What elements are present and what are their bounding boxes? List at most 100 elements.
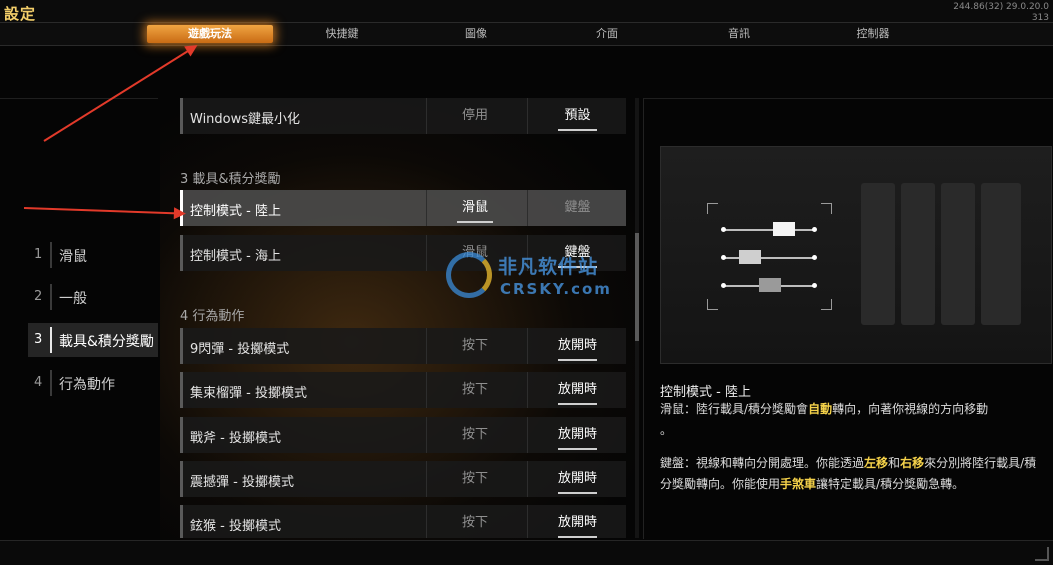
setting-name: 震撼彈 - 投擲模式 <box>190 475 294 490</box>
option-keyboard[interactable]: 鍵盤 <box>527 190 626 226</box>
watermark-url: CRSKY.com <box>500 280 612 298</box>
setting-row-throw-mode[interactable]: 震撼彈 - 投擲模式 按下 放開時 <box>180 461 626 497</box>
row-accent <box>180 505 183 538</box>
category-number: 4 <box>34 375 43 390</box>
settings-tabs: 遊戲玩法 快捷鍵 圖像 介面 音訊 控制器 <box>0 22 1053 46</box>
page-title: 設定 <box>4 5 37 23</box>
site-watermark: 非凡软件站 CRSKY.com <box>446 248 626 310</box>
watermark-text: 非凡软件站 <box>498 256 599 278</box>
option-press[interactable]: 按下 <box>426 505 523 538</box>
tab-gameplay[interactable]: 遊戲玩法 <box>147 25 273 43</box>
option-release[interactable]: 放開時 <box>527 372 626 408</box>
category-sidebar: 1 滑鼠 2 一般 3 載具&積分獎勵 4 行為動作 <box>0 98 158 539</box>
option-default[interactable]: 預設 <box>527 98 626 134</box>
row-accent <box>180 98 183 134</box>
description-panel: 控制模式 - 陸上 滑鼠：陸行載具/積分獎勵會自動轉向，向著你視線的方向移動。 … <box>643 98 1053 539</box>
tab-keybinds[interactable]: 快捷鍵 <box>279 25 405 43</box>
settings-list: Windows鍵最小化 停用 預設 3 載具&積分獎勵 控制模式 - 陸上 滑鼠… <box>180 98 626 538</box>
category-item-general[interactable]: 2 一般 <box>28 280 158 314</box>
slider-graphic-icon <box>721 250 817 264</box>
tab-interface[interactable]: 介面 <box>544 25 670 43</box>
category-label: 滑鼠 <box>59 249 87 265</box>
setting-name: Windows鍵最小化 <box>190 112 301 127</box>
option-press[interactable]: 按下 <box>426 328 523 364</box>
highlight-move-right: 右移 <box>900 456 925 470</box>
option-press[interactable]: 按下 <box>426 461 523 497</box>
highlight-handbrake: 手煞車 <box>780 477 817 491</box>
slider-endpoint-icon <box>721 283 726 288</box>
tab-controller[interactable]: 控制器 <box>810 25 936 43</box>
bo4-logo-bar-icon <box>941 183 975 325</box>
slider-endpoint-icon <box>721 227 726 232</box>
setting-row-throw-mode[interactable]: 鉉猴 - 投擲模式 按下 放開時 <box>180 505 626 538</box>
tab-graphics[interactable]: 圖像 <box>413 25 539 43</box>
resize-corner-icon <box>1035 547 1049 561</box>
bo4-logo-bar-icon <box>981 183 1021 325</box>
category-item-mouse[interactable]: 1 滑鼠 <box>28 238 158 272</box>
option-mouse[interactable]: 滑鼠 <box>426 190 523 226</box>
category-label: 一般 <box>59 291 87 307</box>
setting-name: 戰斧 - 投擲模式 <box>190 431 281 446</box>
section-header-vehicles: 3 載具&積分獎勵 <box>180 172 281 187</box>
mouse-text: 轉向，向著你視線的方向移動 <box>832 402 989 416</box>
keyboard-text: 和 <box>888 456 901 470</box>
category-marker <box>50 327 52 353</box>
keyboard-text: 讓特定載具/積分獎勵急轉。 <box>816 477 965 491</box>
option-release[interactable]: 放開時 <box>527 328 626 364</box>
frame-corner-icon <box>821 299 832 310</box>
setting-row-windows-key[interactable]: Windows鍵最小化 停用 預設 <box>180 98 626 134</box>
setting-name: 控制模式 - 海上 <box>190 249 281 264</box>
mouse-label: 滑鼠： <box>660 402 697 416</box>
list-scrollbar-thumb[interactable] <box>635 233 639 341</box>
setting-row-throw-mode[interactable]: 戰斧 - 投擲模式 按下 放開時 <box>180 417 626 453</box>
top-bar: 設定 244.86(32) 29.0.20.0 313 遊戲玩法 快捷鍵 圖像 … <box>0 0 1053 46</box>
option-press[interactable]: 按下 <box>426 417 523 453</box>
option-release[interactable]: 放開時 <box>527 461 626 497</box>
slider-knob-icon <box>759 278 781 292</box>
setting-name: 鉉猴 - 投擲模式 <box>190 519 281 534</box>
description-title: 控制模式 - 陸上 <box>660 385 751 400</box>
tab-audio[interactable]: 音訊 <box>676 25 802 43</box>
frame-corner-icon <box>707 299 718 310</box>
highlight-auto: 自動 <box>808 402 833 416</box>
description-mouse: 滑鼠：陸行載具/積分獎勵會自動轉向，向著你視線的方向移動。 <box>660 399 1048 441</box>
bottom-bar <box>0 540 1053 565</box>
slider-endpoint-icon <box>721 255 726 260</box>
row-accent <box>180 417 183 453</box>
setting-name: 控制模式 - 陸上 <box>190 204 281 219</box>
option-disabled[interactable]: 停用 <box>426 98 523 134</box>
category-marker <box>50 370 52 396</box>
slider-endpoint-icon <box>812 283 817 288</box>
category-item-vehicles[interactable]: 3 載具&積分獎勵 <box>28 323 158 357</box>
mouse-text-end: 。 <box>660 423 673 437</box>
row-accent <box>180 235 183 271</box>
slider-graphic-icon <box>721 222 817 236</box>
category-number: 2 <box>34 289 43 304</box>
highlight-move-left: 左移 <box>864 456 889 470</box>
setting-row-throw-mode[interactable]: 9閃彈 - 投擲模式 按下 放開時 <box>180 328 626 364</box>
option-press[interactable]: 按下 <box>426 372 523 408</box>
description-keyboard: 鍵盤：視線和轉向分開處理。你能透過左移和右移來分別將陸行載具/積分獎勵轉向。你能… <box>660 453 1048 495</box>
option-release[interactable]: 放開時 <box>527 417 626 453</box>
setting-row-throw-mode[interactable]: 集束榴彈 - 投擲模式 按下 放開時 <box>180 372 626 408</box>
frame-corner-icon <box>707 203 718 214</box>
row-accent <box>180 461 183 497</box>
setting-name: 9閃彈 - 投擲模式 <box>190 342 290 357</box>
watermark-logo-icon <box>446 252 492 298</box>
setting-name: 集束榴彈 - 投擲模式 <box>190 386 307 401</box>
slider-knob-icon <box>739 250 761 264</box>
section-header-actions: 4 行為動作 <box>180 309 245 324</box>
row-accent <box>180 372 183 408</box>
option-release[interactable]: 放開時 <box>527 505 626 538</box>
setting-row-land-control[interactable]: 控制模式 - 陸上 滑鼠 鍵盤 <box>180 190 626 226</box>
slider-graphic-icon <box>721 278 817 292</box>
bo4-logo-bar-icon <box>861 183 895 325</box>
category-number: 3 <box>34 332 43 347</box>
category-number: 1 <box>34 247 43 262</box>
category-marker <box>50 242 52 268</box>
slider-knob-icon <box>773 222 795 236</box>
keyboard-text: 視線和轉向分開處理。你能透過 <box>696 456 865 470</box>
slider-endpoint-icon <box>812 255 817 260</box>
keyboard-label: 鍵盤： <box>660 456 697 470</box>
category-item-actions[interactable]: 4 行為動作 <box>28 366 158 400</box>
